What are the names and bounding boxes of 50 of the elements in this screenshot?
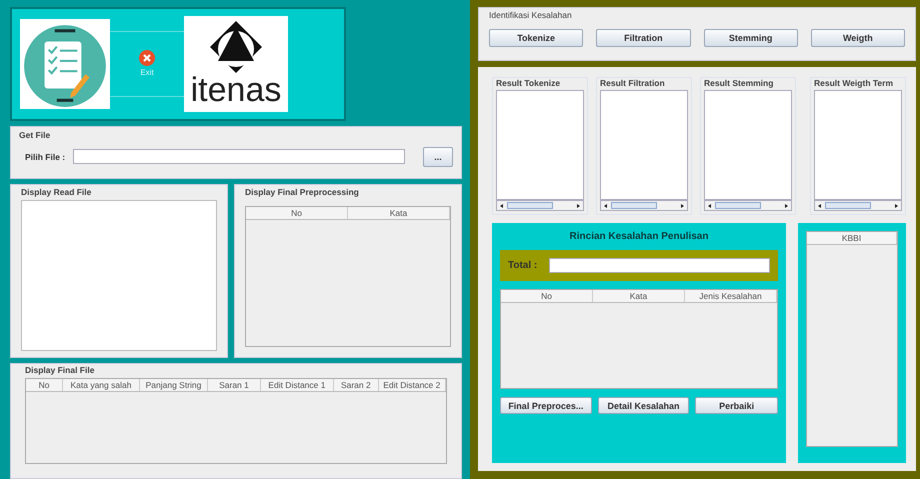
horizontal-scrollbar[interactable]: [600, 200, 688, 211]
field-label: Total :: [508, 260, 538, 271]
column-header[interactable]: Saran 2: [334, 379, 379, 391]
column-header[interactable]: Panjang String: [140, 379, 208, 391]
action-button[interactable]: Tokenize: [489, 29, 584, 47]
right-arrow-icon[interactable]: [679, 202, 685, 208]
field-label: Pilih File :: [25, 152, 66, 162]
action-button[interactable]: Detail Kesalahan: [598, 397, 690, 414]
right-arrow-icon[interactable]: [893, 202, 899, 208]
column-header[interactable]: Kata yang salah: [63, 379, 140, 391]
column-header[interactable]: Jenis Kesalahan: [685, 290, 777, 302]
right-arrow-icon[interactable]: [575, 202, 581, 208]
text-area[interactable]: [21, 200, 217, 351]
panel-title: Get File: [19, 130, 50, 140]
horizontal-scrollbar[interactable]: [496, 200, 584, 211]
panel-title: Display Final Preprocessing: [245, 187, 359, 197]
left-arrow-icon[interactable]: [499, 202, 505, 208]
horizontal-scrollbar[interactable]: [814, 200, 902, 211]
column-header[interactable]: No: [501, 290, 593, 302]
column-header[interactable]: No: [246, 207, 348, 219]
column-header[interactable]: Edit Distance 2: [378, 379, 446, 391]
action-button[interactable]: Final Preproces...: [500, 397, 592, 414]
browse-button[interactable]: ...: [423, 146, 453, 167]
panel-title: Result Weigth Term: [814, 78, 894, 88]
action-button[interactable]: Perbaiki: [695, 397, 778, 414]
right-arrow-icon[interactable]: [783, 202, 789, 208]
left-arrow-icon[interactable]: [707, 202, 713, 208]
column-header[interactable]: Saran 1: [208, 379, 261, 391]
column-header[interactable]: No: [26, 379, 64, 391]
panel-title: Identifikasi Kesalahan: [489, 10, 572, 20]
action-button[interactable]: Stemming: [704, 29, 798, 47]
file-path-field[interactable]: [73, 149, 406, 164]
total-field[interactable]: [549, 258, 770, 273]
close-icon: [139, 50, 155, 66]
action-button[interactable]: Filtration: [596, 29, 690, 47]
column-header[interactable]: KBBI: [807, 232, 897, 244]
panel-title: Display Final File: [25, 365, 94, 375]
panel-title: Result Tokenize: [496, 78, 560, 88]
section-title: Rincian Kesalahan Penulisan: [568, 231, 710, 242]
column-header[interactable]: Kata: [593, 290, 685, 302]
action-button[interactable]: Weigth: [810, 29, 905, 47]
logo-text: itenas: [190, 72, 282, 107]
panel-title: Result Filtration: [600, 78, 665, 88]
column-header[interactable]: Edit Distance 1: [260, 379, 334, 391]
left-arrow-icon[interactable]: [603, 202, 609, 208]
panel-title: Display Read File: [21, 187, 92, 197]
column-header[interactable]: Kata: [348, 207, 450, 219]
horizontal-scrollbar[interactable]: [704, 200, 792, 211]
left-arrow-icon[interactable]: [817, 202, 823, 208]
panel-title: Result Stemming: [704, 78, 774, 88]
